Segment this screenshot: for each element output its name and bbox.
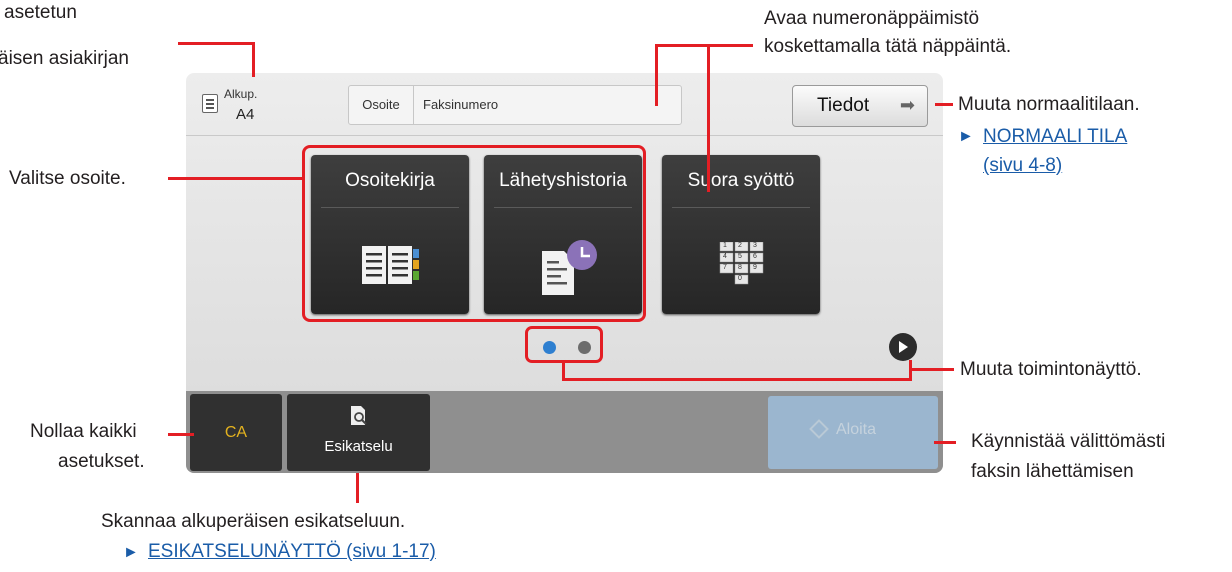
- original-size[interactable]: A4: [236, 106, 254, 123]
- annotation-preview: Skannaa alkuperäisen esikatseluun.: [101, 511, 406, 532]
- callout-line: [356, 473, 359, 503]
- annotation-original-1: asetetun: [4, 2, 77, 23]
- start-button[interactable]: Aloita: [768, 396, 938, 469]
- details-button-label: Tiedot: [817, 95, 870, 116]
- details-button[interactable]: Tiedot ➡: [792, 85, 928, 127]
- annotation-original-2: äisen asiakirjan: [0, 48, 129, 69]
- panel-top-bar: Alkup. A4 Osoite Faksinumero Tiedot ➡: [186, 73, 943, 136]
- keypad-key: 3: [753, 242, 757, 249]
- keypad-key: 4: [723, 253, 727, 260]
- address-box[interactable]: Osoite Faksinumero: [348, 85, 682, 125]
- callout-line: [252, 42, 255, 77]
- start-icon: [809, 419, 829, 439]
- link-arrow-icon: ►: [123, 544, 139, 561]
- keypad-key: 1: [723, 242, 727, 249]
- callout-line: [912, 368, 954, 371]
- annotation-change-screen: Muuta toimintonäyttö.: [960, 359, 1142, 380]
- arrow-right-icon: ➡: [899, 95, 915, 115]
- preview-button-label: Esikatselu: [324, 438, 393, 455]
- original-label[interactable]: Alkup.: [224, 87, 257, 101]
- annotation-start-2: faksin lähettämisen: [971, 461, 1134, 482]
- normal-mode-link-page[interactable]: (sivu 4-8): [983, 154, 1062, 178]
- direct-entry-tile-label: Suora syöttö: [687, 170, 795, 191]
- annotation-select-address: Valitse osoite.: [9, 168, 126, 189]
- fax-number-input[interactable]: Faksinumero: [423, 86, 498, 124]
- preview-button[interactable]: Esikatselu: [287, 394, 430, 471]
- direct-entry-tile[interactable]: Suora syöttö 1 2 3 4 5 6 7 8 9 0: [662, 155, 820, 314]
- keypad-key: 8: [738, 264, 742, 271]
- next-screen-button[interactable]: [889, 333, 917, 361]
- keypad-key: 0: [738, 275, 742, 282]
- normal-mode-link[interactable]: NORMAALI TILA: [983, 125, 1127, 149]
- callout-line: [655, 44, 753, 47]
- clear-all-label: CA: [224, 424, 248, 441]
- dots-highlight: [525, 326, 603, 363]
- annotation-keypad-2: koskettamalla tätä näppäintä.: [764, 36, 1012, 57]
- annotation-start-1: Käynnistää välittömästi: [971, 431, 1166, 452]
- preview-icon: [351, 406, 367, 425]
- callout-line: [168, 177, 304, 180]
- tile-divider: [672, 207, 810, 208]
- callout-line: [707, 44, 710, 192]
- play-arrow-icon: [899, 341, 908, 353]
- keypad-icon: 1 2 3 4 5 6 7 8 9 0: [709, 241, 773, 292]
- start-button-label: Aloita: [836, 421, 877, 438]
- callout-line: [168, 433, 194, 436]
- link-arrow-icon: ►: [958, 128, 974, 145]
- tiles-highlight: [302, 145, 646, 322]
- annotation-normal-mode: Muuta normaalitilaan.: [958, 94, 1140, 115]
- keypad-key: 9: [753, 264, 757, 271]
- callout-line: [562, 378, 912, 381]
- annotation-reset-1: Nollaa kaikki: [30, 421, 137, 442]
- callout-line: [935, 103, 953, 106]
- callout-line: [934, 441, 956, 444]
- annotation-reset-2: asetukset.: [58, 451, 145, 472]
- annotation-keypad-1: Avaa numeronäppäimistö: [764, 8, 980, 29]
- keypad-key: 2: [738, 242, 742, 249]
- callout-line: [178, 42, 254, 45]
- original-settings-icon[interactable]: [202, 94, 218, 113]
- keypad-key: 7: [723, 264, 727, 271]
- preview-screen-link[interactable]: ESIKATSELUNÄYTTÖ (sivu 1-17): [148, 540, 436, 564]
- address-label: Osoite: [349, 86, 414, 124]
- bottom-bar: CA Esikatselu Aloita: [186, 391, 943, 473]
- keypad-key: 6: [753, 253, 757, 260]
- clear-all-button[interactable]: CA: [190, 394, 282, 471]
- callout-line: [655, 44, 658, 106]
- callout-line: [562, 360, 565, 380]
- keypad-key: 5: [738, 253, 742, 260]
